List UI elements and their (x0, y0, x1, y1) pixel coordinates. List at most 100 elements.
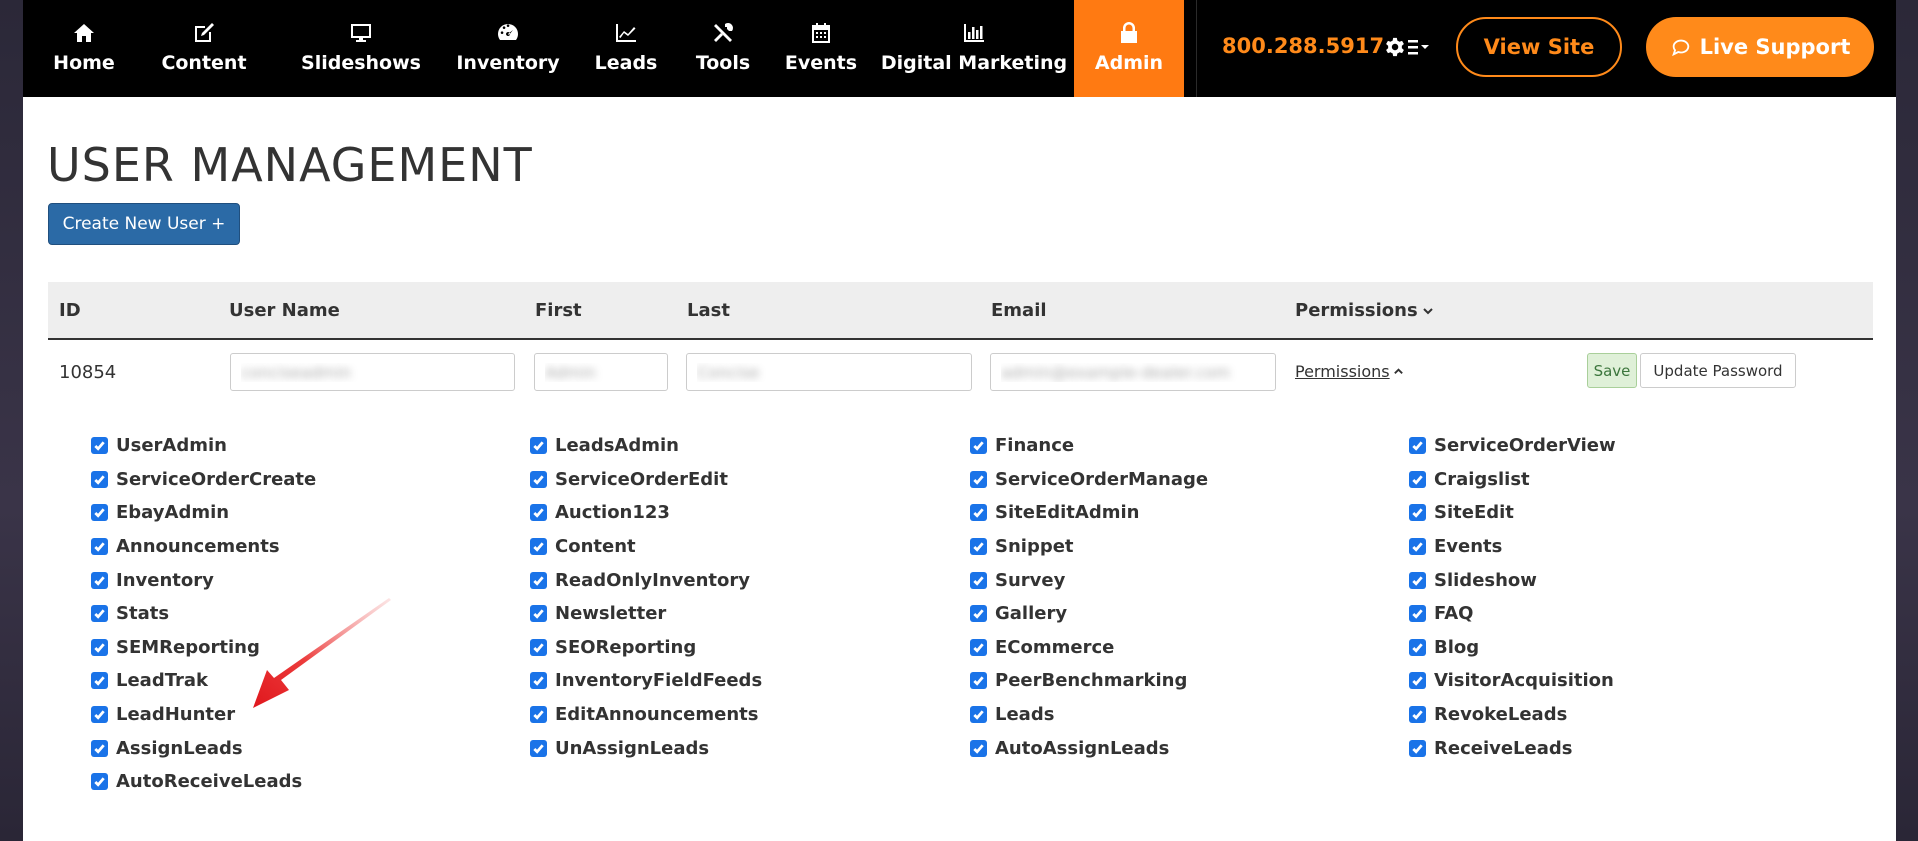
checkbox-checked[interactable] (1409, 571, 1426, 589)
permissions-toggle-link[interactable]: Permissions (1295, 362, 1404, 381)
settings-menu[interactable] (1384, 32, 1430, 62)
permission-content[interactable]: Content (530, 530, 762, 564)
permission-ebayadmin[interactable]: EbayAdmin (91, 496, 316, 530)
permission-inventory[interactable]: Inventory (91, 563, 316, 597)
checkbox-checked[interactable] (530, 739, 547, 757)
permission-siteeditadmin[interactable]: SiteEditAdmin (970, 496, 1208, 530)
checkbox-checked[interactable] (1409, 504, 1426, 522)
checkbox-checked[interactable] (91, 739, 108, 757)
checkbox-checked[interactable] (530, 706, 547, 724)
checkbox-checked[interactable] (91, 571, 108, 589)
checkbox-checked[interactable] (970, 672, 987, 690)
permission-receiveleads[interactable]: ReceiveLeads (1409, 731, 1616, 765)
checkbox-checked[interactable] (970, 571, 987, 589)
nav-item-tools[interactable]: Tools (675, 0, 771, 97)
permission-survey[interactable]: Survey (970, 563, 1208, 597)
checkbox-checked[interactable] (530, 672, 547, 690)
permission-revokeleads[interactable]: RevokeLeads (1409, 698, 1616, 732)
nav-item-home[interactable]: Home (37, 0, 131, 97)
permission-visitoracquisition[interactable]: VisitorAcquisition (1409, 664, 1616, 698)
checkbox-checked[interactable] (530, 571, 547, 589)
checkbox-checked[interactable] (970, 504, 987, 522)
permission-assignleads[interactable]: AssignLeads (91, 731, 316, 765)
checkbox-checked[interactable] (1409, 437, 1426, 455)
permission-ecommerce[interactable]: ECommerce (970, 631, 1208, 665)
checkbox-checked[interactable] (91, 672, 108, 690)
create-new-user-button[interactable]: Create New User + (48, 203, 240, 245)
view-site-button[interactable]: View Site (1456, 17, 1622, 77)
checkbox-checked[interactable] (970, 739, 987, 757)
permission-craigslist[interactable]: Craigslist (1409, 463, 1616, 497)
checkbox-checked[interactable] (970, 470, 987, 488)
permission-faq[interactable]: FAQ (1409, 597, 1616, 631)
checkbox-checked[interactable] (1409, 706, 1426, 724)
checkbox-checked[interactable] (91, 706, 108, 724)
permission-announcements[interactable]: Announcements (91, 530, 316, 564)
checkbox-checked[interactable] (970, 437, 987, 455)
checkbox-checked[interactable] (1409, 605, 1426, 623)
checkbox-checked[interactable] (970, 605, 987, 623)
permission-peerbenchmarking[interactable]: PeerBenchmarking (970, 664, 1208, 698)
checkbox-checked[interactable] (970, 706, 987, 724)
last-name-field[interactable] (686, 353, 972, 391)
permission-blog[interactable]: Blog (1409, 631, 1616, 665)
nav-item-content[interactable]: Content (148, 0, 260, 97)
nav-item-admin[interactable]: Admin (1074, 0, 1184, 97)
checkbox-checked[interactable] (91, 605, 108, 623)
permission-editannouncements[interactable]: EditAnnouncements (530, 698, 762, 732)
update-password-button[interactable]: Update Password (1640, 353, 1796, 388)
checkbox-checked[interactable] (1409, 638, 1426, 656)
permission-unassignleads[interactable]: UnAssignLeads (530, 731, 762, 765)
checkbox-checked[interactable] (530, 504, 547, 522)
permission-auction123[interactable]: Auction123 (530, 496, 762, 530)
checkbox-checked[interactable] (1409, 470, 1426, 488)
permission-slideshow[interactable]: Slideshow (1409, 563, 1616, 597)
checkbox-checked[interactable] (91, 773, 108, 791)
checkbox-checked[interactable] (91, 470, 108, 488)
live-support-button[interactable]: Live Support (1646, 17, 1874, 77)
first-name-field[interactable] (534, 353, 668, 391)
checkbox-checked[interactable] (970, 538, 987, 556)
permission-siteedit[interactable]: SiteEdit (1409, 496, 1616, 530)
checkbox-checked[interactable] (1409, 672, 1426, 690)
checkbox-checked[interactable] (91, 538, 108, 556)
permission-inventoryfieldfeeds[interactable]: InventoryFieldFeeds (530, 664, 762, 698)
email-field[interactable] (990, 353, 1276, 391)
permission-leadsadmin[interactable]: LeadsAdmin (530, 429, 762, 463)
checkbox-checked[interactable] (1409, 538, 1426, 556)
nav-item-events[interactable]: Events (772, 0, 870, 97)
checkbox-checked[interactable] (530, 605, 547, 623)
nav-item-leads[interactable]: Leads (574, 0, 678, 97)
username-field[interactable] (230, 353, 515, 391)
permission-serviceorderedit[interactable]: ServiceOrderEdit (530, 463, 762, 497)
column-header-permissions[interactable]: Permissions (1295, 300, 1434, 321)
checkbox-checked[interactable] (1409, 739, 1426, 757)
checkbox-checked[interactable] (530, 437, 547, 455)
save-button[interactable]: Save (1587, 353, 1637, 388)
permission-events[interactable]: Events (1409, 530, 1616, 564)
checkbox-checked[interactable] (530, 538, 547, 556)
checkbox-checked[interactable] (530, 638, 547, 656)
permission-autoassignleads[interactable]: AutoAssignLeads (970, 731, 1208, 765)
permission-finance[interactable]: Finance (970, 429, 1208, 463)
checkbox-checked[interactable] (970, 638, 987, 656)
permission-serviceordermanage[interactable]: ServiceOrderManage (970, 463, 1208, 497)
checkbox-checked[interactable] (91, 504, 108, 522)
nav-item-slideshows[interactable]: Slideshows (278, 0, 444, 97)
permission-autoreceiveleads[interactable]: AutoReceiveLeads (91, 765, 316, 799)
permission-useradmin[interactable]: UserAdmin (91, 429, 316, 463)
permission-serviceorderview[interactable]: ServiceOrderView (1409, 429, 1616, 463)
phone-number[interactable]: 800.288.5917 (1222, 34, 1384, 58)
checkbox-checked[interactable] (91, 638, 108, 656)
permission-leads[interactable]: Leads (970, 698, 1208, 732)
nav-item-inventory[interactable]: Inventory (437, 0, 579, 97)
permission-snippet[interactable]: Snippet (970, 530, 1208, 564)
permission-readonlyinventory[interactable]: ReadOnlyInventory (530, 563, 762, 597)
checkbox-checked[interactable] (91, 437, 108, 455)
permission-gallery[interactable]: Gallery (970, 597, 1208, 631)
nav-item-digital-marketing[interactable]: Digital Marketing (879, 0, 1069, 97)
permission-serviceordercreate[interactable]: ServiceOrderCreate (91, 463, 316, 497)
checkbox-checked[interactable] (530, 470, 547, 488)
permission-seoreporting[interactable]: SEOReporting (530, 631, 762, 665)
permission-newsletter[interactable]: Newsletter (530, 597, 762, 631)
